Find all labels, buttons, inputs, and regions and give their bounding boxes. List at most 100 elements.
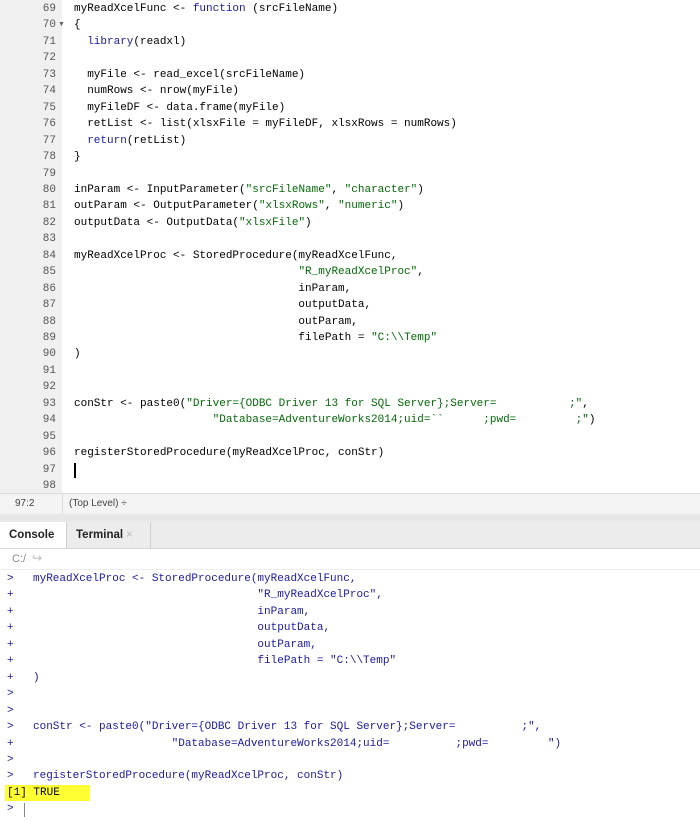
console-input-text: outParam, bbox=[33, 638, 317, 651]
code-line[interactable]: 89 filePath = "C:\\Temp" bbox=[0, 330, 700, 346]
console-input-text: ) bbox=[33, 671, 40, 684]
line-number: 82 bbox=[42, 216, 56, 229]
console-input-text: "R_myReadXcelProc", bbox=[33, 589, 383, 602]
code-line[interactable]: 84 myReadXcelProc <- StoredProcedure(myRe… bbox=[0, 248, 700, 264]
code-line[interactable]: 78} bbox=[0, 149, 700, 165]
line-number: 74 bbox=[42, 85, 56, 98]
line-number: 78 bbox=[42, 151, 56, 164]
code-line[interactable]: 87 outputData, bbox=[0, 297, 700, 313]
string-token: "xlsxRows" bbox=[258, 200, 325, 213]
code-text: myReadXcelFunc <- function (srcFileName) bbox=[74, 1, 338, 17]
code-line[interactable]: 76 retList <- list(xlsxFile = myFileDF, … bbox=[0, 116, 700, 132]
console-input-text: outputData, bbox=[33, 622, 331, 635]
line-number: 87 bbox=[42, 299, 56, 312]
code-token: ) bbox=[397, 200, 405, 213]
code-line[interactable]: 79 bbox=[0, 166, 700, 182]
pane-splitter[interactable] bbox=[0, 514, 700, 522]
code-token: outputData, bbox=[74, 299, 372, 312]
code-line[interactable]: 97 bbox=[0, 462, 700, 478]
code-editor[interactable]: 69 myReadXcelFunc <- function (srcFileNam… bbox=[0, 0, 700, 493]
code-token: ) bbox=[74, 348, 81, 361]
keyword-token: return bbox=[87, 134, 127, 147]
string-token: "Database=AdventureWorks2014;uid=`` ;pwd… bbox=[212, 414, 589, 427]
prompt-symbol: + bbox=[7, 638, 14, 651]
prompt-symbol: + bbox=[7, 671, 14, 684]
console-line: > bbox=[0, 703, 700, 719]
code-line[interactable]: 92 bbox=[0, 379, 700, 395]
line-number: 75 bbox=[42, 101, 56, 114]
prompt-symbol: + bbox=[7, 655, 14, 668]
code-text: inParam, bbox=[74, 281, 351, 297]
line-number: 90 bbox=[42, 348, 56, 361]
console-input-text: inParam, bbox=[33, 605, 311, 618]
line-number: 95 bbox=[42, 430, 56, 443]
console-line: + "R_myReadXcelProc", bbox=[0, 587, 700, 603]
code-line[interactable]: 81 outParam <- OutputParameter("xlsxRows"… bbox=[0, 198, 700, 214]
code-line[interactable]: 94 "Database=AdventureWorks2014;uid=`` ;… bbox=[0, 412, 700, 428]
code-line[interactable]: 96 registerStoredProcedure(myReadXcelProc… bbox=[0, 445, 700, 461]
console-tabs: Console Terminal × bbox=[0, 522, 700, 549]
code-line[interactable]: 91 bbox=[0, 363, 700, 379]
code-token: { bbox=[74, 19, 81, 32]
code-token: (srcFileName) bbox=[245, 3, 339, 15]
code-text: library(readxl) bbox=[74, 34, 186, 50]
console-line: > bbox=[0, 752, 700, 768]
code-line[interactable]: 74 numRows <- nrow(myFile) bbox=[0, 83, 700, 99]
code-text: outParam <- OutputParameter("xlsxRows", … bbox=[74, 198, 404, 214]
fold-toggle-icon[interactable]: ▼ bbox=[58, 17, 65, 33]
string-token: "character" bbox=[344, 183, 418, 196]
code-line[interactable]: 80 inParam <- InputParameter("srcFileName… bbox=[0, 182, 700, 198]
code-line[interactable]: 77 return(retList) bbox=[0, 133, 700, 149]
prompt-symbol: > bbox=[7, 803, 14, 816]
code-line[interactable]: 69 myReadXcelFunc <- function (srcFileNam… bbox=[0, 1, 700, 17]
code-line[interactable]: 90) bbox=[0, 346, 700, 362]
console-line: > conStr <- paste0("Driver={ODBC Driver 1… bbox=[0, 719, 700, 735]
code-line[interactable]: 75 myFileDF <- data.frame(myFile) bbox=[0, 100, 700, 116]
line-number: 86 bbox=[42, 282, 56, 295]
code-token: retList <- list(xlsxFile = myFileDF, xls… bbox=[74, 118, 457, 131]
code-line[interactable]: 73 myFile <- read_excel(srcFileName) bbox=[0, 67, 700, 83]
keyword-token: library bbox=[87, 35, 134, 48]
code-token: } bbox=[74, 151, 81, 164]
cursor-position: 97:2 bbox=[15, 498, 35, 509]
go-to-directory-icon[interactable]: ↪ bbox=[32, 551, 42, 565]
code-token: inParam <- InputParameter( bbox=[74, 183, 246, 196]
code-line[interactable]: 93 conStr <- paste0("Driver={ODBC Driver … bbox=[0, 396, 700, 412]
code-token: , bbox=[417, 266, 424, 279]
code-line[interactable]: 98 bbox=[0, 478, 700, 493]
code-token: registerStoredProcedure(myReadXcelProc, … bbox=[74, 447, 385, 460]
code-text: "Database=AdventureWorks2014;uid=`` ;pwd… bbox=[74, 412, 596, 428]
console-result-line: [1] TRUE bbox=[0, 784, 700, 802]
code-token: outputData <- OutputData( bbox=[74, 216, 240, 229]
console-input-line[interactable]: > bbox=[0, 801, 700, 818]
code-line[interactable]: 95 bbox=[0, 429, 700, 445]
code-token: ) bbox=[588, 414, 596, 427]
working-directory: C:/ bbox=[12, 553, 27, 565]
tab-terminal[interactable]: Terminal × bbox=[67, 522, 151, 548]
close-icon[interactable]: × bbox=[126, 529, 133, 541]
code-line[interactable]: 82 outputData <- OutputData("xlsxFile") bbox=[0, 215, 700, 231]
line-number: 85 bbox=[42, 266, 56, 279]
scope-selector[interactable]: (Top Level) ÷ bbox=[69, 498, 127, 509]
console-input-text: filePath = "C:\\Temp" bbox=[33, 655, 397, 668]
code-line[interactable]: 83 bbox=[0, 231, 700, 247]
line-number: 97 bbox=[42, 463, 56, 476]
console-output[interactable]: > myReadXcelProc <- StoredProcedure(myRea… bbox=[0, 571, 700, 822]
keyword-token: function bbox=[192, 3, 246, 15]
tab-console[interactable]: Console bbox=[0, 522, 67, 548]
code-token: , bbox=[331, 183, 345, 196]
code-line[interactable]: 70 ▼ { bbox=[0, 17, 700, 33]
code-line[interactable]: 72 bbox=[0, 50, 700, 66]
console-line: + "Database=AdventureWorks2014;uid= ;pwd… bbox=[0, 736, 700, 752]
prompt-symbol: > bbox=[7, 770, 14, 783]
code-token: (retList) bbox=[126, 134, 187, 147]
prompt-symbol: + bbox=[7, 737, 14, 750]
code-line[interactable]: 71 library(readxl) bbox=[0, 34, 700, 50]
line-number: 89 bbox=[42, 332, 56, 344]
code-line[interactable]: 86 inParam, bbox=[0, 281, 700, 297]
code-line[interactable]: 88 outParam, bbox=[0, 314, 700, 330]
line-number: 98 bbox=[42, 480, 56, 493]
prompt-symbol: + bbox=[7, 589, 14, 602]
code-line[interactable]: 85 "R_myReadXcelProc", bbox=[0, 264, 700, 280]
